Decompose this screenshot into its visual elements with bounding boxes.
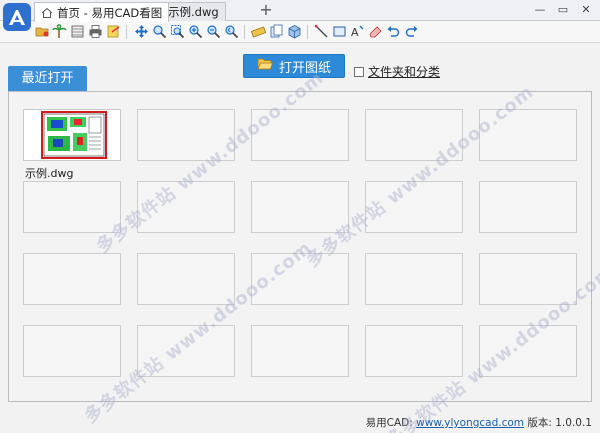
folder-category-label[interactable]: 文件夹和分类 <box>368 63 440 80</box>
eraser-icon[interactable] <box>368 24 383 39</box>
empty-thumbnail-slot[interactable] <box>479 325 577 377</box>
folder-category-toggle[interactable]: 文件夹和分类 <box>354 63 440 80</box>
text-icon[interactable]: A <box>350 24 365 39</box>
zoom-window-icon[interactable] <box>152 24 167 39</box>
empty-thumbnail-slot[interactable] <box>365 181 463 233</box>
empty-thumbnail-slot[interactable] <box>137 253 235 305</box>
home-icon <box>41 7 53 19</box>
measure-icon[interactable] <box>251 24 266 39</box>
empty-thumbnail-slot[interactable] <box>137 325 235 377</box>
empty-thumbnail-slot[interactable] <box>251 181 349 233</box>
version-label: 版本: <box>524 417 556 429</box>
empty-thumbnail-slot[interactable] <box>137 181 235 233</box>
rectangle-icon[interactable] <box>332 24 347 39</box>
svg-text:A: A <box>351 26 359 39</box>
toolbar: A <box>0 21 600 43</box>
empty-thumbnail-slot[interactable] <box>23 325 121 377</box>
new-tab-button[interactable]: + <box>258 1 274 20</box>
tab-file-label: 示例.dwg <box>168 5 219 19</box>
open-file-icon[interactable] <box>35 24 50 39</box>
3d-box-icon[interactable] <box>287 24 302 39</box>
empty-thumbnail-slot[interactable] <box>479 109 577 161</box>
open-drawing-button[interactable]: 打开图纸 <box>243 54 345 78</box>
export-icon[interactable] <box>106 24 121 39</box>
zoom-out-icon[interactable] <box>206 24 221 39</box>
layers-icon[interactable] <box>70 24 85 39</box>
footer-prefix: 易用CAD: <box>365 417 417 429</box>
tab-home[interactable]: 首页 - 易用CAD看图 <box>34 2 170 22</box>
open-folder-icon <box>257 57 274 75</box>
drawing-preview-image <box>41 111 107 159</box>
app-logo <box>3 3 31 31</box>
toolbar-separator <box>126 25 127 39</box>
main-area: 最近打开 打开图纸 文件夹和分类 示例.dwg 易用CAD: www.ylyon… <box>0 43 600 433</box>
recent-files-tab[interactable]: 最近打开 <box>8 66 87 91</box>
tab-home-label: 首页 - 易用CAD看图 <box>57 5 163 20</box>
toolbar-separator <box>307 25 308 39</box>
redo-icon[interactable] <box>404 24 419 39</box>
minimize-button[interactable]: — <box>529 2 551 18</box>
website-link[interactable]: www.ylyongcad.com <box>416 417 524 429</box>
palm-icon[interactable] <box>52 24 67 39</box>
toolbar-separator <box>244 25 245 39</box>
empty-thumbnail-slot[interactable] <box>479 181 577 233</box>
version-number: 1.0.0.1 <box>555 417 592 429</box>
print-icon[interactable] <box>88 24 103 39</box>
zoom-previous-icon[interactable] <box>224 24 239 39</box>
empty-thumbnail-slot[interactable] <box>251 109 349 161</box>
folder-category-checkbox[interactable] <box>354 66 364 77</box>
empty-thumbnail-slot[interactable] <box>365 109 463 161</box>
zoom-in-icon[interactable] <box>188 24 203 39</box>
undo-icon[interactable] <box>386 24 401 39</box>
recent-files-panel: 示例.dwg <box>8 91 592 402</box>
empty-thumbnail-slot[interactable] <box>365 253 463 305</box>
zoom-extents-icon[interactable] <box>170 24 185 39</box>
layer-manager-icon[interactable] <box>269 24 284 39</box>
empty-thumbnail-slot[interactable] <box>23 181 121 233</box>
close-button[interactable]: ✕ <box>575 2 597 18</box>
empty-thumbnail-slot[interactable] <box>251 325 349 377</box>
line-icon[interactable] <box>314 24 329 39</box>
empty-thumbnail-slot[interactable] <box>23 253 121 305</box>
empty-thumbnail-slot[interactable] <box>365 325 463 377</box>
pan-icon[interactable] <box>134 24 149 39</box>
open-drawing-label: 打开图纸 <box>278 60 331 76</box>
restore-button[interactable]: ▭ <box>552 2 574 18</box>
recent-file-name[interactable]: 示例.dwg <box>25 165 73 181</box>
footer: 易用CAD: www.ylyongcad.com 版本: 1.0.0.1 <box>366 415 592 430</box>
empty-thumbnail-slot[interactable] <box>479 253 577 305</box>
title-bar: 首页 - 易用CAD看图 示例.dwg + — ▭ ✕ <box>0 0 600 31</box>
empty-thumbnail-slot[interactable] <box>251 253 349 305</box>
recent-file-thumbnail[interactable]: 示例.dwg <box>23 109 121 180</box>
empty-thumbnail-slot[interactable] <box>137 109 235 161</box>
